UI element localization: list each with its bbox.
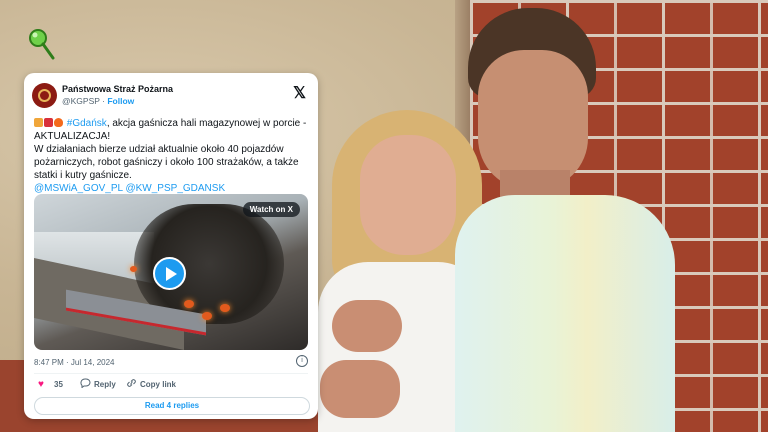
author-handle[interactable]: @KGPSP [62,96,100,106]
play-icon [165,266,177,281]
fire-engine-emoji-icon [44,118,53,127]
firefighter-emoji-icon [34,118,43,127]
tweet-timestamp[interactable]: 8:47 PM · Jul 14, 2024 [34,358,115,367]
copy-link-button[interactable]: Copy link [140,380,176,389]
reply-button[interactable]: Reply [94,380,116,389]
author-name[interactable]: Państwowa Straż Pożarna [62,84,173,94]
fire-emoji-icon [54,118,63,127]
mention-link[interactable]: @KW_PSP_GDANSK [125,183,225,194]
separator: · [102,96,105,106]
mention-link[interactable]: @MSWiA_GOV_PL [34,183,123,194]
hashtag-link[interactable]: #Gdańsk [67,118,107,129]
map-pin-icon [29,29,55,60]
read-replies-button[interactable]: Read 4 replies [34,397,310,415]
tweet-text-line2: W działaniach bierze udział aktualnie ok… [34,144,299,181]
fire-spot [202,312,212,320]
woman-face [360,135,456,255]
fire-brigade-logo [38,89,51,102]
reply-bubble-icon [80,378,91,389]
link-icon[interactable] [126,378,137,391]
play-button[interactable] [153,257,186,290]
tweet-text: #Gdańsk, akcja gaśnicza hali magazynowej… [34,117,310,195]
handle-row: @KGPSP · Follow [62,96,134,106]
info-icon[interactable]: i [296,355,308,367]
watch-on-x-button[interactable]: Watch on X [242,202,300,217]
man-shirt [455,195,675,432]
fire-spot [130,266,137,272]
chain-link-icon [127,379,136,387]
reply-icon[interactable] [80,378,91,391]
heart-icon[interactable]: ♥ [38,379,44,390]
embedded-tweet-card: Państwowa Straż Pożarna @KGPSP · Follow … [24,73,318,419]
tweet-header: Państwowa Straż Pożarna @KGPSP · Follow … [32,83,310,111]
tweet-actions: ♥ 35 Reply Copy link [34,378,308,392]
man-face [478,50,588,190]
video-thumbnail[interactable]: Watch on X [34,194,308,350]
avatar[interactable] [32,83,57,108]
hand [332,300,402,352]
divider [34,373,308,374]
hand [320,360,400,418]
likes-count: 35 [54,380,63,389]
x-logo-icon[interactable]: 𝕏 [293,83,306,103]
follow-button[interactable]: Follow [107,96,134,106]
fire-spot [184,300,194,308]
fire-spot [220,304,230,312]
